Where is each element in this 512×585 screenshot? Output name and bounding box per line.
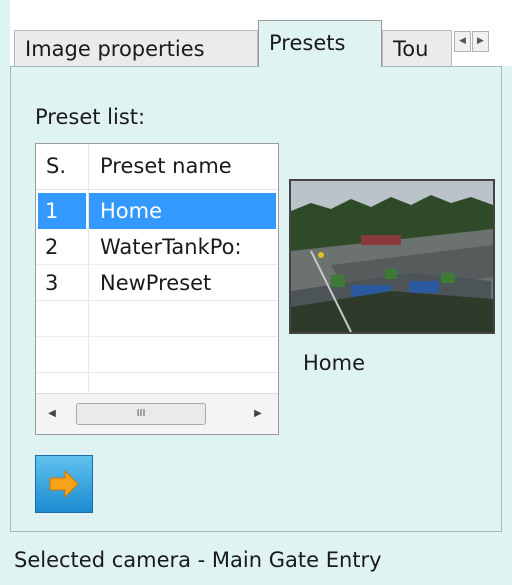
scroll-right-arrow-icon[interactable]: ▶ bbox=[250, 405, 266, 423]
row-serial: 1 bbox=[38, 193, 86, 229]
preset-preview-image bbox=[289, 179, 495, 334]
empty-row bbox=[36, 337, 278, 373]
scrollbar-thumb[interactable]: III bbox=[76, 403, 206, 425]
camera-preview-thumbnail bbox=[291, 181, 493, 332]
table-row[interactable]: 1 Home bbox=[36, 193, 278, 229]
go-to-preset-button[interactable] bbox=[35, 455, 93, 513]
table-row[interactable]: 3 NewPreset bbox=[36, 265, 278, 301]
tab-image-properties[interactable]: Image properties bbox=[14, 30, 258, 66]
preset-grid[interactable]: S. Preset name 1 Home 2 WaterTankPo: 3 N… bbox=[35, 143, 279, 435]
tab-scroll-left-button[interactable]: ◀ bbox=[454, 31, 471, 52]
row-serial: 3 bbox=[45, 271, 59, 295]
table-row[interactable]: 2 WaterTankPo: bbox=[36, 229, 278, 265]
tab-scroll-right-button[interactable]: ▶ bbox=[472, 31, 489, 52]
presets-panel: Preset list: S. Preset name 1 Home 2 Wat… bbox=[10, 66, 502, 532]
tab-strip: Image properties Presets Tou ◀ ▶ bbox=[10, 0, 512, 67]
selected-camera-status: Selected camera - Main Gate Entry bbox=[14, 548, 382, 572]
tab-tours[interactable]: Tou bbox=[382, 30, 452, 66]
horizontal-scrollbar[interactable]: ◀ III ▶ bbox=[36, 393, 278, 434]
grid-header: S. Preset name bbox=[36, 144, 278, 190]
presets-window: Image properties Presets Tou ◀ ▶ Preset … bbox=[0, 0, 512, 585]
row-preset-name: WaterTankPo: bbox=[100, 235, 242, 259]
tab-presets[interactable]: Presets bbox=[258, 20, 382, 67]
row-serial: 2 bbox=[45, 235, 59, 259]
arrow-right-icon: ▶ bbox=[477, 36, 484, 46]
empty-row bbox=[36, 301, 278, 337]
column-header-serial[interactable]: S. bbox=[46, 144, 66, 189]
row-preset-name: Home bbox=[89, 193, 276, 229]
arrow-left-icon: ◀ bbox=[459, 36, 466, 46]
preset-list-label: Preset list: bbox=[35, 105, 146, 129]
arrow-right-icon bbox=[49, 469, 79, 499]
row-preset-name: NewPreset bbox=[100, 271, 212, 295]
preview-caption: Home bbox=[303, 351, 366, 375]
scroll-left-arrow-icon[interactable]: ◀ bbox=[44, 405, 60, 423]
column-header-preset-name[interactable]: Preset name bbox=[100, 144, 232, 189]
